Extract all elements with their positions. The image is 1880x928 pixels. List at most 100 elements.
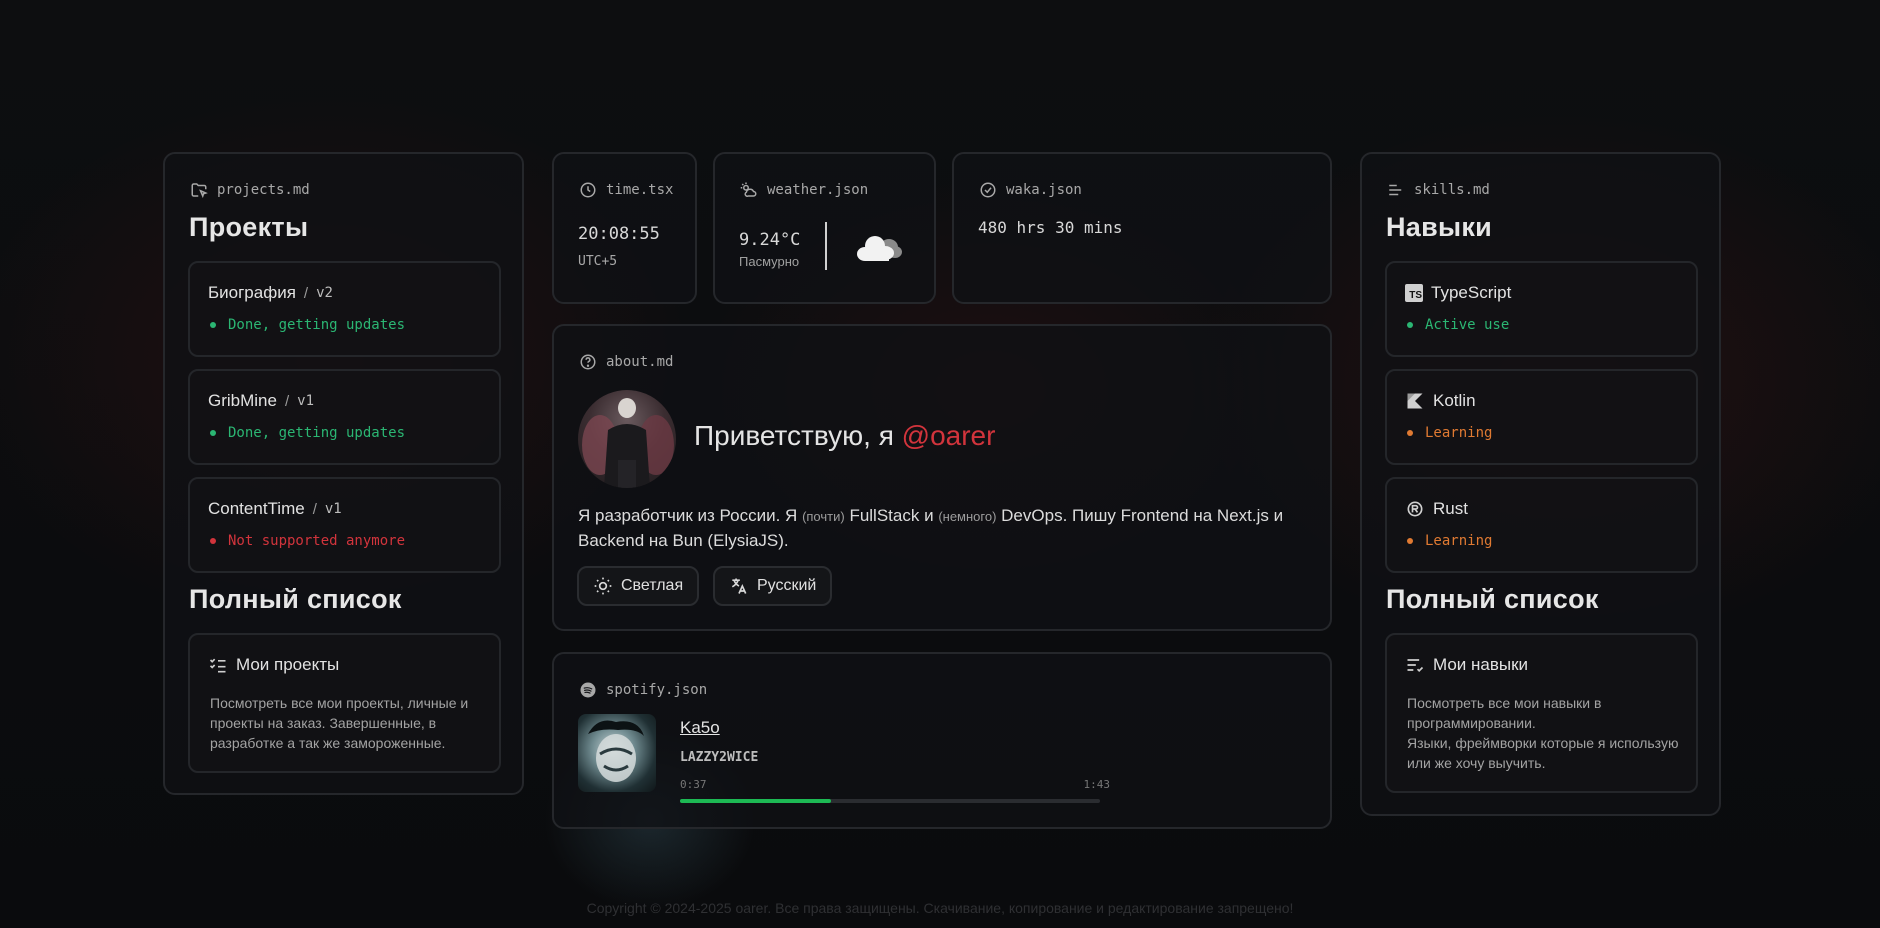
track-artist: LAZZY2WICE xyxy=(680,750,759,765)
skill-status: Active use xyxy=(1407,317,1509,333)
skills-file-label: skills.md xyxy=(1386,180,1490,200)
skills-heading: Навыки xyxy=(1386,212,1493,242)
rust-icon xyxy=(1405,499,1425,519)
time-zone: UTC+5 xyxy=(578,254,618,269)
waka-panel: waka.json 480 hrs 30 mins xyxy=(952,152,1332,304)
project-status: Done, getting updates xyxy=(210,425,405,441)
weather-panel: weather.json 9.24°C Пасмурно xyxy=(713,152,936,304)
about-bio: Я разработчик из России. Я (почти) FullS… xyxy=(578,504,1308,553)
project-status-text: Not supported anymore xyxy=(228,533,406,549)
waka-file-label: waka.json xyxy=(978,180,1082,200)
project-status: Done, getting updates xyxy=(210,317,405,333)
language-button[interactable]: Русский xyxy=(713,566,833,606)
skill-title: TypeScript xyxy=(1431,283,1512,302)
skills-full-list-heading: Полный список xyxy=(1386,584,1599,614)
track-duration: 1:43 xyxy=(1083,778,1111,791)
weather-file-label: weather.json xyxy=(739,180,868,200)
project-card-gribmine[interactable]: GribMine / v1 Done, getting updates xyxy=(188,369,501,465)
skill-card-typescript[interactable]: TS TypeScript Active use xyxy=(1385,261,1698,357)
about-greeting: Приветствую, я @oarer xyxy=(694,420,995,452)
status-dot xyxy=(210,322,216,328)
kotlin-icon xyxy=(1405,391,1425,411)
avatar xyxy=(578,390,676,488)
project-status-text: Done, getting updates xyxy=(228,425,406,441)
weather-temperature: 9.24°C xyxy=(739,230,801,250)
status-dot xyxy=(210,430,216,436)
skills-file-name: skills.md xyxy=(1414,182,1490,198)
project-title: GribMine xyxy=(208,391,277,410)
list-check-icon xyxy=(208,655,228,675)
my-skills-title: Мои навыки xyxy=(1433,655,1529,674)
status-dot xyxy=(1407,430,1413,436)
spotify-file-label: spotify.json xyxy=(578,680,707,700)
project-card-biography[interactable]: Биография / v2 Done, getting updates xyxy=(188,261,501,357)
time-value: 20:08:55 xyxy=(578,224,660,244)
time-panel: time.tsx 20:08:55 UTC+5 xyxy=(552,152,697,304)
skill-card-rust[interactable]: Rust Learning xyxy=(1385,477,1698,573)
skill-title: Kotlin xyxy=(1433,391,1476,410)
check-circle-icon xyxy=(978,180,998,200)
skills-panel: skills.md Навыки TS TypeScript Active us… xyxy=(1360,152,1721,816)
waka-value: 480 hrs 30 mins xyxy=(978,218,1123,237)
bio-note: (почти) xyxy=(802,509,845,524)
project-card-contenttime[interactable]: ContentTime / v1 Not supported anymore xyxy=(188,477,501,573)
spotify-panel: spotify.json Ka5o LAZZY2WICE 0:37 1:43 xyxy=(552,652,1332,829)
translate-icon xyxy=(729,576,749,596)
project-title: ContentTime xyxy=(208,499,305,518)
separator: / xyxy=(303,284,309,302)
my-projects-title: Мои проекты xyxy=(236,655,340,674)
album-cover xyxy=(578,714,656,792)
my-skills-description: Посмотреть все мои навыки в программиров… xyxy=(1407,693,1687,773)
sun-icon xyxy=(593,576,613,596)
projects-file-name: projects.md xyxy=(217,182,310,198)
project-status-text: Done, getting updates xyxy=(228,317,406,333)
folder-cursor-icon xyxy=(189,180,209,200)
my-skills-description-line: Языки, фреймворки которые я использую ил… xyxy=(1407,735,1679,771)
project-title: Биография xyxy=(208,283,296,302)
about-file-name: about.md xyxy=(606,354,674,370)
project-version: v1 xyxy=(297,393,314,409)
projects-full-list-heading: Полный список xyxy=(189,584,402,614)
project-version: v2 xyxy=(316,285,333,301)
separator: / xyxy=(284,392,290,410)
my-projects-card[interactable]: Мои проекты Посмотреть все мои проекты, … xyxy=(188,633,501,773)
list-check-icon xyxy=(1405,655,1425,675)
weather-file-name: weather.json xyxy=(767,182,869,198)
track-elapsed: 0:37 xyxy=(680,778,707,791)
skill-status-text: Learning xyxy=(1425,425,1493,441)
skill-card-kotlin[interactable]: Kotlin Learning xyxy=(1385,369,1698,465)
clock-icon xyxy=(578,180,598,200)
text-align-icon xyxy=(1386,180,1406,200)
weather-condition: Пасмурно xyxy=(739,254,800,269)
progress-track[interactable] xyxy=(680,799,1100,803)
projects-file-label: projects.md xyxy=(189,180,310,200)
status-dot xyxy=(1407,538,1413,544)
bio-part: FullStack и xyxy=(849,506,934,525)
language-label: Русский xyxy=(757,577,817,594)
my-skills-card[interactable]: Мои навыки Посмотреть все мои навыки в п… xyxy=(1385,633,1698,793)
skill-status-text: Learning xyxy=(1425,533,1493,549)
bio-part: Я разработчик из России. Я xyxy=(578,506,798,525)
time-file-label: time.tsx xyxy=(578,180,673,200)
theme-toggle-button[interactable]: Светлая xyxy=(577,566,700,606)
handle-link[interactable]: @oarer xyxy=(902,420,996,451)
help-circle-icon xyxy=(578,352,598,372)
my-projects-description: Посмотреть все мои проекты, личные и про… xyxy=(210,695,469,751)
projects-heading: Проекты xyxy=(189,212,309,242)
weather-divider xyxy=(825,222,827,270)
skill-status: Learning xyxy=(1407,533,1492,549)
status-dot xyxy=(1407,322,1413,328)
greeting-text: Приветствую, я xyxy=(694,420,894,451)
waka-file-name: waka.json xyxy=(1006,182,1082,198)
skill-title: Rust xyxy=(1433,499,1468,518)
projects-panel: projects.md Проекты Биография / v2 Done,… xyxy=(163,152,524,795)
progress-fill xyxy=(680,799,832,803)
my-skills-description-line: Посмотреть все мои навыки в программиров… xyxy=(1407,695,1602,731)
track-title[interactable]: Ka5o xyxy=(680,718,720,738)
bio-note: (немного) xyxy=(938,509,997,524)
theme-label: Светлая xyxy=(621,577,684,594)
spotify-icon xyxy=(578,680,598,700)
status-dot xyxy=(210,538,216,544)
skill-status-text: Active use xyxy=(1425,317,1510,333)
about-panel: about.md Приветствую, я @oarer Я разрабо… xyxy=(552,324,1332,631)
